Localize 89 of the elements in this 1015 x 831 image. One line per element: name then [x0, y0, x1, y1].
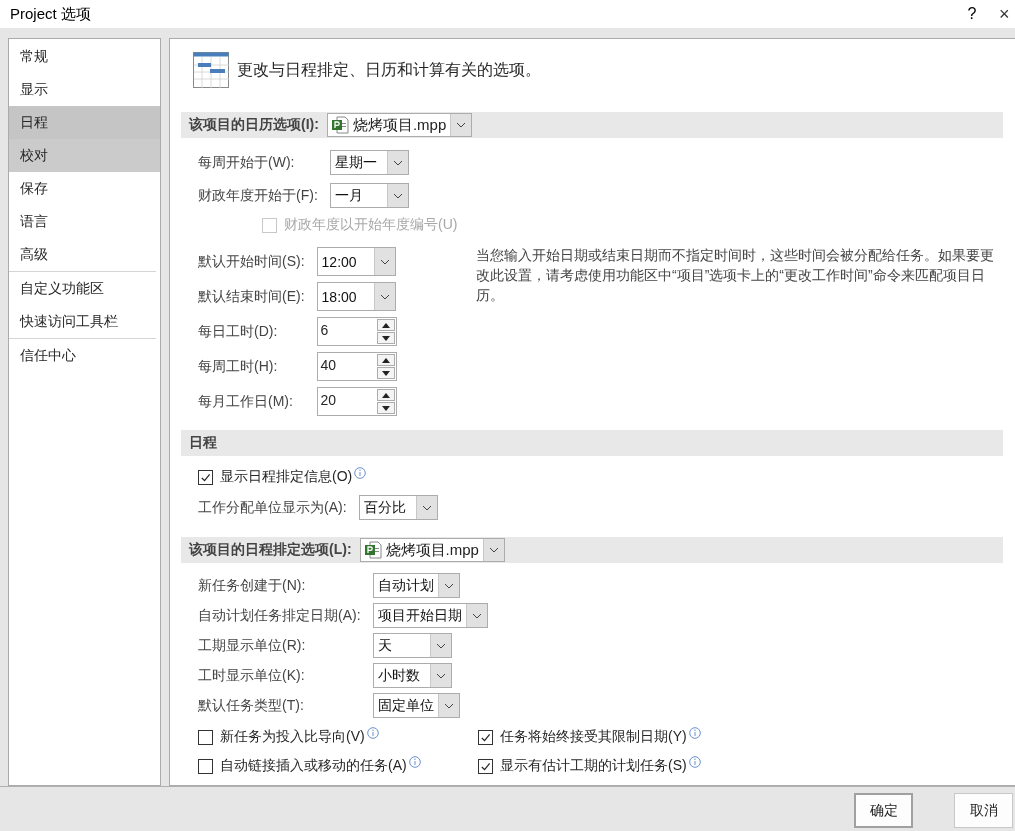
gantt-chart-icon: [193, 52, 229, 88]
increment-button[interactable]: [376, 319, 395, 331]
field-label: 每日工时(D):: [198, 322, 279, 341]
window-title: Project 选项: [10, 4, 92, 24]
dropdown[interactable]: 18:00: [316, 282, 396, 311]
field-label: 每月工作日(M):: [198, 392, 294, 411]
up-triangle-icon[interactable]: [381, 357, 390, 363]
decrement-button[interactable]: [376, 332, 395, 344]
sidebar-item[interactable]: 常规: [9, 40, 160, 73]
dialog-button[interactable]: 取消: [954, 793, 1013, 828]
field-label: 每周工时(H):: [198, 357, 279, 376]
dropdown[interactable]: 星期一: [329, 150, 409, 175]
sidebar-item[interactable]: 自定义功能区: [9, 272, 160, 305]
field-label: 默认开始时间(S):: [198, 252, 305, 271]
increment-button[interactable]: [376, 354, 395, 366]
checkbox-label[interactable]: 任务将始终接受其限制日期(Y): [500, 728, 687, 746]
field-label: 每周开始于(W):: [198, 153, 296, 172]
field-label: 自动计划任务排定日期(A):: [198, 606, 361, 625]
caret-icon[interactable]: [421, 504, 432, 511]
project-file-icon: [363, 541, 382, 559]
field-label: 新任务创建于(N):: [198, 576, 307, 595]
dropdown[interactable]: 固定单位: [372, 693, 460, 718]
number-spinner[interactable]: 6: [316, 317, 397, 346]
number-spinner[interactable]: 20: [316, 387, 397, 416]
dropdown[interactable]: 小时数: [372, 663, 452, 688]
sidebar-item[interactable]: 信任中心: [9, 339, 160, 372]
project-dropdown[interactable]: 烧烤项目.mpp: [326, 113, 473, 137]
checkbox[interactable]: [198, 729, 213, 745]
dropdown[interactable]: 一月: [329, 183, 409, 208]
up-triangle-icon[interactable]: [381, 322, 390, 328]
increment-button[interactable]: [376, 389, 395, 401]
field-label: 工作分配单位显示为(A):: [198, 498, 347, 517]
caret-icon[interactable]: [456, 122, 467, 128]
field-label: 工期显示单位(R):: [198, 636, 307, 655]
sidebar-item[interactable]: 语言: [9, 205, 160, 238]
project-name: 烧烤项目.mpp: [352, 115, 447, 135]
checkbox-label[interactable]: 显示日程排定信息(O): [220, 468, 353, 486]
down-triangle-icon[interactable]: [381, 335, 390, 341]
dropdown[interactable]: 项目开始日期: [372, 603, 488, 628]
field-label: 财政年度开始于(F):: [198, 186, 318, 205]
sidebar-item[interactable]: 显示: [9, 73, 160, 106]
info-icon[interactable]: [366, 727, 379, 739]
sidebar-item[interactable]: 日程: [9, 106, 160, 139]
number-spinner[interactable]: 40: [316, 352, 397, 381]
checkbox-label[interactable]: 显示有估计工期的计划任务(S): [500, 757, 687, 775]
caret-icon[interactable]: [435, 672, 446, 679]
dialog-button[interactable]: 确定: [854, 793, 913, 828]
field-label: 默认任务类型(T):: [198, 696, 305, 715]
help-text: 当您输入开始日期或结束日期而不指定时间时，这些时间会被分配给任务。如果要更改此设置，请考虑使用功能区中“项目”选项卡上的“更改工作时间”命令来匹配项目日历。: [476, 246, 995, 305]
close-button[interactable]: ×: [999, 3, 1015, 25]
sidebar-item[interactable]: 保存: [9, 172, 160, 205]
info-icon[interactable]: [408, 756, 421, 768]
down-triangle-icon[interactable]: [381, 370, 390, 376]
caret-icon[interactable]: [392, 159, 403, 166]
caret-icon[interactable]: [379, 258, 390, 265]
info-icon[interactable]: [354, 467, 367, 479]
caret-icon[interactable]: [443, 702, 454, 709]
sidebar-item[interactable]: 高级: [9, 238, 160, 271]
field-label: 工时显示单位(K):: [198, 666, 306, 685]
dropdown[interactable]: 百分比: [358, 495, 438, 520]
caret-icon[interactable]: [471, 612, 482, 619]
decrement-button[interactable]: [376, 402, 395, 414]
page-heading: 更改与日程排定、日历和计算有关的选项。: [237, 59, 541, 80]
project-dropdown[interactable]: 烧烤项目.mpp: [359, 538, 505, 562]
checkbox-label[interactable]: 自动链接插入或移动的任务(A): [220, 757, 407, 775]
section-title: 日程: [189, 434, 217, 452]
section-title: 该项目的日程排定选项(L):: [189, 541, 352, 559]
checkbox[interactable]: [198, 758, 213, 774]
project-file-icon: [330, 116, 349, 134]
dropdown[interactable]: 12:00: [316, 247, 396, 276]
field-label: 默认结束时间(E):: [198, 287, 305, 306]
info-icon[interactable]: [688, 727, 701, 739]
sidebar-item[interactable]: 校对: [9, 139, 160, 172]
project-name: 烧烤项目.mpp: [385, 540, 479, 560]
sidebar-item[interactable]: 快速访问工具栏: [9, 305, 160, 338]
caret-icon[interactable]: [488, 547, 499, 553]
down-triangle-icon[interactable]: [381, 405, 390, 411]
up-triangle-icon[interactable]: [381, 392, 390, 398]
help-button[interactable]: ?: [957, 5, 987, 23]
checkbox-label[interactable]: 新任务为投入比导向(V): [220, 728, 365, 746]
info-icon[interactable]: [688, 756, 701, 768]
caret-icon[interactable]: [379, 293, 390, 300]
caret-icon[interactable]: [392, 192, 403, 199]
dropdown[interactable]: 自动计划: [372, 573, 460, 598]
dropdown[interactable]: 天: [372, 633, 452, 658]
caret-icon[interactable]: [443, 582, 454, 589]
caret-icon[interactable]: [435, 642, 446, 649]
section-title: 该项目的日历选项(I):: [189, 116, 319, 134]
decrement-button[interactable]: [376, 367, 395, 379]
